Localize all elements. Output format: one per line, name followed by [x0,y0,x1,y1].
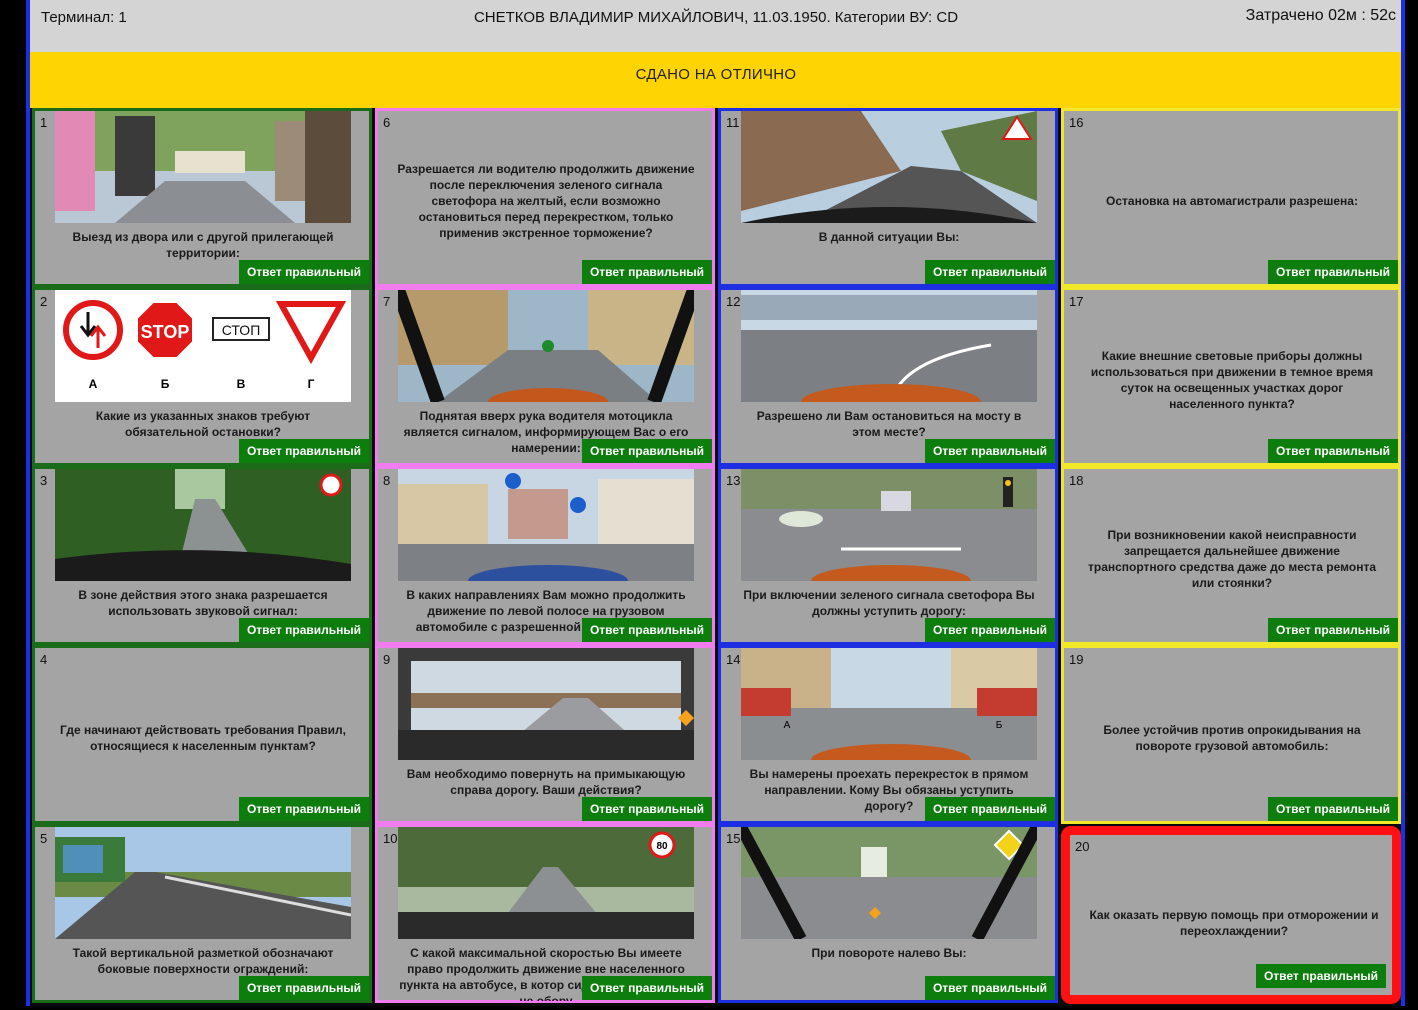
answer-correct-badge: Ответ правильный [239,439,369,463]
question-card-15[interactable]: 15 При повороте налево Вы: Ответ правиль… [718,824,1058,1003]
question-number: 8 [383,473,391,488]
question-text: Где начинают действовать требования Прав… [60,723,346,753]
answer-correct-badge: Ответ правильный [582,976,712,1000]
road-signs-image: STOP СТОП А Б В Г [55,290,351,402]
forest-road-image [55,469,351,581]
question-card-19[interactable]: 19 Более устойчив против опрокидывания н… [1061,645,1401,824]
answer-correct-badge: Ответ правильный [582,797,712,821]
question-card-8[interactable]: 8 В каких направлениях Вам можно продолж… [375,466,715,645]
question-card-5[interactable]: 5 Такой вертикальной разметкой обозначаю… [32,824,372,1003]
question-card-4[interactable]: 4 Где начинают действовать требования Пр… [32,645,372,824]
answer-correct-badge: Ответ правильный [239,797,369,821]
question-number: 1 [40,115,48,130]
question-text: При возникновении какой неисправности за… [1088,528,1376,590]
elapsed-time: Затрачено 02м : 52с [1245,7,1396,24]
answer-correct-badge: Ответ правильный [1256,964,1386,988]
question-number: 10 [383,831,398,846]
answer-correct-badge: Ответ правильный [925,618,1055,642]
question-number: 14 [726,652,741,667]
traffic-light-crossroad-image [741,469,1037,581]
tram-crossroad-image: АБ [741,648,1037,760]
question-number: 6 [383,115,391,130]
result-banner: СДАНО НА ОТЛИЧНО [30,52,1402,108]
speed-limit-road-image: 80 [398,827,694,939]
header-bar: Терминал: 1 СНЕТКОВ ВЛАДИМИР МИХАЙЛОВИЧ,… [30,0,1402,52]
question-number: 2 [40,294,48,309]
question-text: Более устойчив против опрокидывания на п… [1103,723,1361,753]
question-number: 15 [726,831,741,846]
question-number: 7 [383,294,391,309]
question-card-12[interactable]: 12 Разрешено ли Вам остановиться на мост… [718,287,1058,466]
question-card-16[interactable]: 16 Остановка на автомагистрали разрешена… [1061,108,1401,287]
question-number: 16 [1069,115,1084,130]
stop-ru-text: СТОП [222,322,261,338]
motorcycle-signal-image [398,290,694,402]
city-lanes-image [398,469,694,581]
highway-barrier-image [55,827,351,939]
candidate-info: СНЕТКОВ ВЛАДИМИР МИХАЙЛОВИЧ, 11.03.1950.… [473,9,959,26]
question-number: 19 [1069,652,1084,667]
sign-label-g: Г [308,377,315,391]
answer-correct-badge: Ответ правильный [239,976,369,1000]
speed-limit-text: 80 [656,841,668,852]
answer-correct-badge: Ответ правильный [1268,260,1398,284]
yard-exit-image [55,111,351,223]
answer-correct-badge: Ответ правильный [925,797,1055,821]
question-card-13[interactable]: 13 При включении зеленого сигнала светоф… [718,466,1058,645]
answer-correct-badge: Ответ правильный [582,260,712,284]
question-text: Как оказать первую помощь при отморожени… [1089,908,1379,938]
question-card-7[interactable]: 7 Поднятая вверх рука водителя мотоцикла… [375,287,715,466]
question-number: 17 [1069,294,1084,309]
answer-correct-badge: Ответ правильный [925,439,1055,463]
question-number: 20 [1075,839,1090,854]
question-number: 12 [726,294,741,309]
question-number: 11 [726,115,740,130]
left-window-edge [26,0,30,1006]
question-card-3[interactable]: 3 В зоне действия этого знака разрешаетс… [32,466,372,645]
question-card-9[interactable]: 9 Вам необходимо повернуть на примыкающу… [375,645,715,824]
bus-turn-right-image [398,648,694,760]
question-card-14[interactable]: 14 АБ Вы намерены проехать перекресток в… [718,645,1058,824]
stop-sign-text: STOP [141,322,190,342]
question-text: Разрешается ли водителю продолжить движе… [397,162,695,240]
answer-correct-badge: Ответ правильный [239,260,369,284]
answer-correct-badge: Ответ правильный [1268,618,1398,642]
left-turn-crossroad-image [741,827,1037,939]
bridge-road-image [741,290,1037,402]
question-card-2[interactable]: 2 STOP СТОП А Б В Г Какие из указанных з… [32,287,372,466]
answer-correct-badge: Ответ правильный [925,976,1055,1000]
question-card-18[interactable]: 18 При возникновении какой неисправности… [1061,466,1401,645]
answer-correct-badge: Ответ правильный [925,260,1055,284]
tram-label-a: А [784,720,791,731]
sign-label-v: В [237,377,246,391]
answer-correct-badge: Ответ правильный [582,439,712,463]
question-text: Остановка на автомагистрали разрешена: [1106,194,1358,208]
question-card-17[interactable]: 17 Какие внешние световые приборы должны… [1061,287,1401,466]
tram-label-b: Б [996,720,1003,731]
sign-label-b: Б [161,377,170,391]
question-card-6[interactable]: 6 Разрешается ли водителю продолжить дви… [375,108,715,287]
answer-correct-badge: Ответ правильный [239,618,369,642]
question-number: 18 [1069,473,1084,488]
question-text: Какие внешние световые приборы должны ис… [1090,349,1374,411]
question-number: 3 [40,473,48,488]
question-number: 5 [40,831,48,846]
question-card-10[interactable]: 10 80 С какой максимальной скоростью Вы … [375,824,715,1003]
question-card-1[interactable]: 1 Выезд из двора или с другой прилегающе… [32,108,372,287]
question-number: 9 [383,652,391,667]
mountain-road-image [741,111,1037,223]
sign-label-a: А [89,377,98,391]
right-window-edge [1401,0,1405,1006]
question-card-11[interactable]: 11 В данной ситуации Вы: Ответ правильны… [718,108,1058,287]
answer-correct-badge: Ответ правильный [582,618,712,642]
question-card-20[interactable]: 20 Как оказать первую помощь при отморож… [1061,826,1401,1004]
question-number: 13 [726,473,741,488]
answer-correct-badge: Ответ правильный [1268,797,1398,821]
exam-results-screen: Терминал: 1 СНЕТКОВ ВЛАДИМИР МИХАЙЛОВИЧ,… [30,0,1402,1006]
answer-correct-badge: Ответ правильный [1268,439,1398,463]
question-number: 4 [40,652,48,667]
